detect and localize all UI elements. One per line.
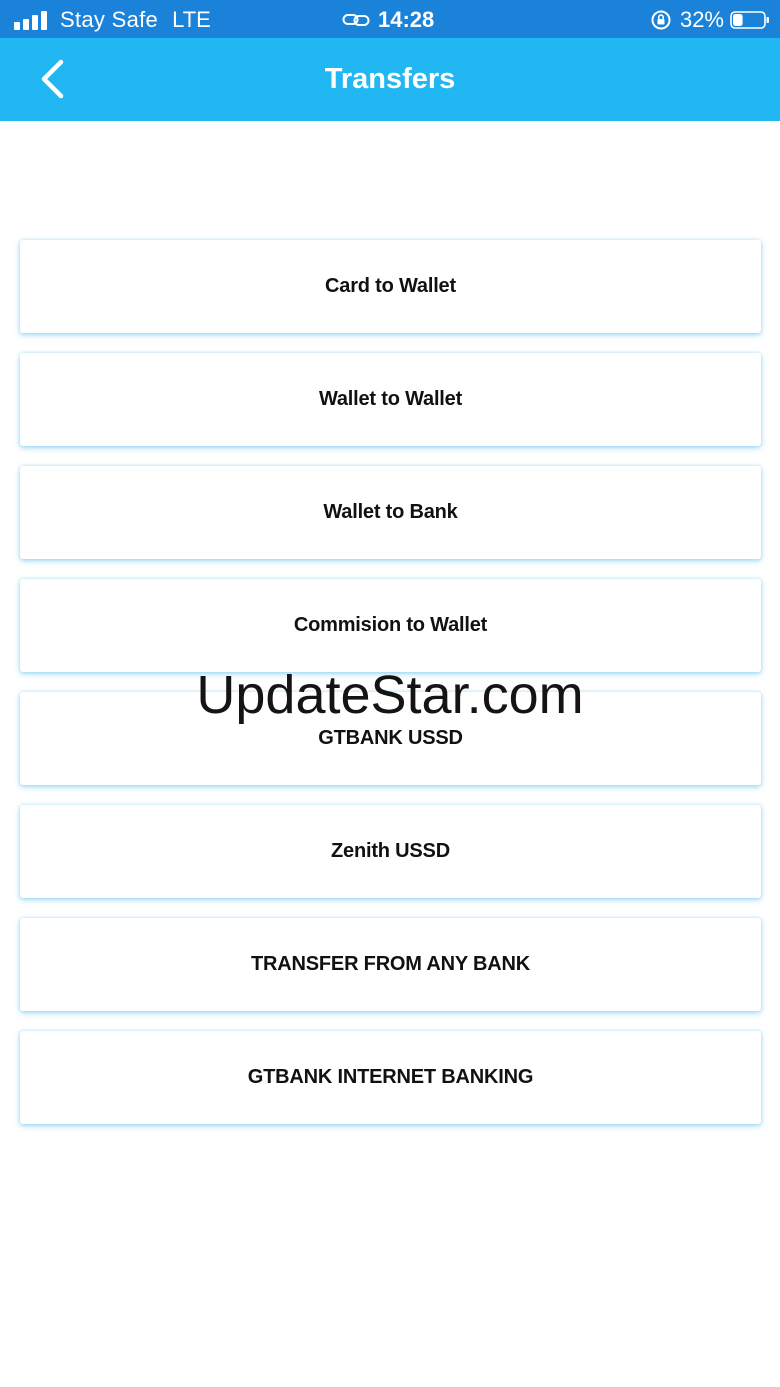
status-right: 32% xyxy=(650,7,770,33)
transfer-options-list: Card to Wallet Wallet to Wallet Wallet t… xyxy=(20,240,761,1144)
menu-item-label: GTBANK INTERNET BANKING xyxy=(247,1066,534,1088)
menu-item-label: Wallet to Bank xyxy=(323,501,458,523)
battery-percent: 32% xyxy=(679,7,724,32)
battery-icon xyxy=(730,11,769,29)
signal-icon xyxy=(14,10,50,30)
status-bar: Stay Safe LTE 14:28 32% xyxy=(0,0,780,38)
wallet-to-wallet-button[interactable]: Wallet to Wallet xyxy=(20,353,761,446)
carrier-name: Stay Safe xyxy=(60,7,159,32)
menu-item-label: Card to Wallet xyxy=(325,275,456,297)
wallet-to-bank-button[interactable]: Wallet to Bank xyxy=(20,466,761,559)
transfer-from-any-bank-button[interactable]: TRANSFER FROM ANY BANK xyxy=(20,918,761,1011)
menu-item-label: TRANSFER FROM ANY BANK xyxy=(251,953,530,975)
status-left: Stay Safe LTE xyxy=(14,7,211,33)
link-icon xyxy=(342,14,370,26)
status-center: 14:28 xyxy=(342,7,434,33)
menu-item-label: Zenith USSD xyxy=(331,840,450,862)
menu-item-label: Wallet to Wallet xyxy=(318,388,463,410)
clock-time: 14:28 xyxy=(378,7,435,32)
gtbank-internet-banking-button[interactable]: GTBANK INTERNET BANKING xyxy=(20,1031,761,1124)
menu-item-label: GTBANK USSD xyxy=(318,727,463,749)
chevron-left-icon xyxy=(41,59,64,99)
page-title: Transfers xyxy=(324,63,456,95)
card-to-wallet-button[interactable]: Card to Wallet xyxy=(20,240,761,333)
rotation-lock-icon xyxy=(651,10,671,30)
zenith-ussd-button[interactable]: Zenith USSD xyxy=(20,805,761,898)
nav-bar: Transfers xyxy=(0,38,780,121)
gtbank-ussd-button[interactable]: GTBANK USSD xyxy=(20,692,761,785)
commission-to-wallet-button[interactable]: Commision to Wallet xyxy=(20,579,761,672)
network-type: LTE xyxy=(172,7,211,32)
back-button[interactable] xyxy=(30,56,74,102)
menu-item-label: Commision to Wallet xyxy=(293,614,488,636)
